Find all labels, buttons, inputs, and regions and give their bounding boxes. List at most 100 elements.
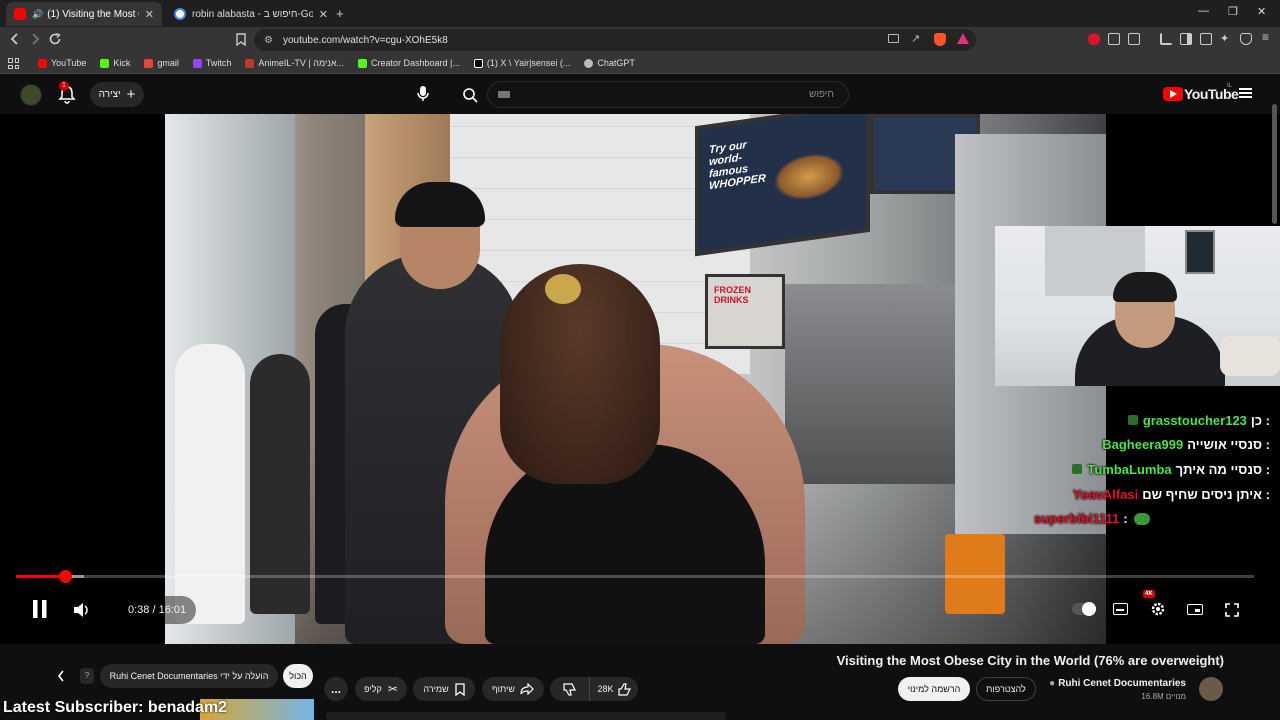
fullscreen-button[interactable] [1225, 603, 1239, 617]
join-button[interactable]: להצטרפות [976, 677, 1036, 701]
bookmark-kick[interactable]: Kick [100, 58, 130, 68]
sidebar-icon[interactable] [1180, 33, 1192, 45]
youtube-favicon-icon [14, 8, 26, 20]
chat-message: TumbaLumba סנסיי מה איתך : [1030, 457, 1270, 482]
leo-ai-icon[interactable]: ✦ [1220, 32, 1232, 45]
kick-icon [100, 58, 110, 68]
brave-rewards-icon[interactable] [957, 33, 969, 44]
reload-icon[interactable] [48, 32, 62, 46]
kick-icon [358, 58, 367, 68]
kitchen-equipment [785, 284, 965, 484]
avatar[interactable] [20, 84, 42, 106]
browser-tab-youtube[interactable]: 🔊 (1) Visiting the Most Obese C ✕ [6, 2, 162, 26]
search-box[interactable]: חיפוש [463, 81, 849, 108]
pause-button[interactable] [31, 598, 49, 620]
more-actions-button[interactable]: ... [324, 677, 348, 701]
search-input[interactable]: חיפוש [809, 89, 834, 100]
search-icon[interactable] [462, 87, 478, 103]
hamburger-menu-icon[interactable] [1239, 88, 1252, 98]
extensions-puzzle-icon[interactable] [1108, 33, 1120, 45]
bookmark-label: YouTube [51, 58, 87, 68]
settings-button[interactable]: 4K [1143, 590, 1166, 617]
miniplayer-button[interactable] [1187, 604, 1203, 615]
like-dislike-group: 28K [550, 677, 638, 701]
chat-message: YoavAlfasi איתן ניסים שחיף שם : [1030, 482, 1270, 507]
progress-scrubber[interactable] [58, 570, 72, 583]
bookmark-youtube[interactable]: YouTube [38, 58, 86, 68]
dislike-button[interactable] [550, 677, 590, 701]
share-page-icon[interactable]: ↗ [911, 32, 920, 45]
close-tab-icon[interactable]: ✕ [145, 8, 154, 21]
verified-icon: ● [1049, 678, 1056, 689]
video-frame[interactable]: Try our world-famous WHOPPER FROZEN DRIN… [165, 114, 1106, 644]
channel-name[interactable]: ● Ruhi Cenet Documentaries [1049, 678, 1186, 689]
bookmark-label: Twitch [205, 58, 232, 68]
save-button[interactable]: שמירה [413, 677, 475, 701]
chat-text: : [1123, 511, 1128, 527]
share-button[interactable]: שיתוף [482, 677, 544, 701]
apps-grid-icon[interactable] [8, 58, 19, 69]
page-scrollbar[interactable] [1272, 104, 1277, 224]
chat-badge-icon [1072, 464, 1083, 475]
progress-played [16, 575, 65, 578]
chip-all[interactable]: הכול [283, 664, 313, 688]
close-tab-icon[interactable]: ✕ [319, 8, 328, 21]
media-controls-icon[interactable] [1160, 33, 1172, 45]
x-icon [473, 58, 483, 68]
subscribe-button[interactable]: הרשמה למינוי [898, 677, 970, 701]
extension-red-icon[interactable] [1088, 33, 1100, 45]
bookmark-creator-dashboard[interactable]: Creator Dashboard |... [358, 58, 460, 68]
url-text: youtube.com/watch?v=cgu-XOhE5k8 [282, 34, 448, 46]
notifications-button[interactable]: 1 [58, 81, 76, 104]
bookmark-x[interactable]: (1) X \ Yair|sensei (... [473, 58, 570, 68]
video-player[interactable]: Try our world-famous WHOPPER FROZEN DRIN… [0, 104, 1280, 644]
progress-bar[interactable] [16, 570, 1254, 583]
extension-box-icon[interactable] [1128, 33, 1140, 45]
bookmark-label: Kick [113, 58, 131, 68]
share-icon [520, 683, 534, 695]
address-bar[interactable]: ⚙ youtube.com/watch?v=cgu-XOhE5k8 ↗ [254, 29, 976, 51]
chip-scroll-left-button[interactable] [56, 669, 66, 683]
browser-toolbar: ⚙ youtube.com/watch?v=cgu-XOhE5k8 ↗ ✦ ≡ [0, 27, 1280, 53]
microphone-icon [417, 86, 429, 101]
new-tab-button[interactable]: + [336, 6, 344, 21]
voice-search-button[interactable] [415, 85, 431, 103]
pause-icon [33, 600, 47, 618]
site-info-icon[interactable]: ⚙ [264, 35, 273, 46]
menu-icon[interactable]: ≡ [1262, 30, 1274, 44]
channel-name-text: Ruhi Cenet Documentaries [1058, 678, 1186, 689]
chat-text: איתן ניסים שחיף שם : [1142, 486, 1270, 502]
bookmark-label: AnimeIL-TV | אנימה... [258, 58, 344, 68]
volume-button[interactable] [73, 602, 91, 618]
wallet-icon[interactable] [1200, 33, 1212, 45]
keyboard-icon[interactable] [498, 91, 510, 98]
description-preview[interactable] [326, 712, 726, 720]
brave-shields-icon[interactable] [934, 33, 946, 46]
bookmark-icon [455, 682, 465, 696]
install-app-icon[interactable] [888, 34, 899, 43]
plus-icon: + [126, 86, 136, 103]
autoplay-toggle[interactable] [1072, 602, 1096, 616]
bookmark-chatgpt[interactable]: ChatGPT [584, 58, 635, 68]
back-icon[interactable] [9, 32, 21, 46]
bookmark-twitch[interactable]: Twitch [192, 58, 232, 68]
chat-username: grasstoucher123 [1142, 412, 1247, 428]
subtitles-button[interactable] [1113, 603, 1128, 615]
restore-button[interactable]: ❐ [1228, 5, 1238, 18]
chip-uploaded-by[interactable]: Ruhi Cenet Documentaries הועלה על ידי [100, 664, 278, 688]
like-button[interactable]: 28K [590, 677, 638, 701]
youtube-logo-icon[interactable] [1163, 87, 1183, 101]
minimize-button[interactable]: — [1198, 5, 1209, 17]
bookmark-gmail[interactable]: gmail [144, 58, 179, 68]
vpn-shield-icon[interactable] [1240, 33, 1252, 45]
close-window-button[interactable]: ✕ [1257, 5, 1266, 18]
browser-tab-strip: 🔊 (1) Visiting the Most Obese C ✕ robin … [0, 0, 1280, 27]
create-button[interactable]: יצירה + [90, 82, 144, 107]
browser-tab-google[interactable]: robin alabasta - חיפוש ב-Google ✕ [166, 2, 336, 26]
thumbs-down-icon [563, 682, 576, 696]
bookmark-star-icon[interactable] [236, 33, 246, 46]
clip-button[interactable]: קליפ ✂ [355, 677, 407, 701]
bookmark-animeil[interactable]: AnimeIL-TV | אנימה... [245, 58, 344, 68]
forward-icon[interactable] [29, 32, 41, 46]
channel-avatar[interactable] [1199, 677, 1223, 701]
